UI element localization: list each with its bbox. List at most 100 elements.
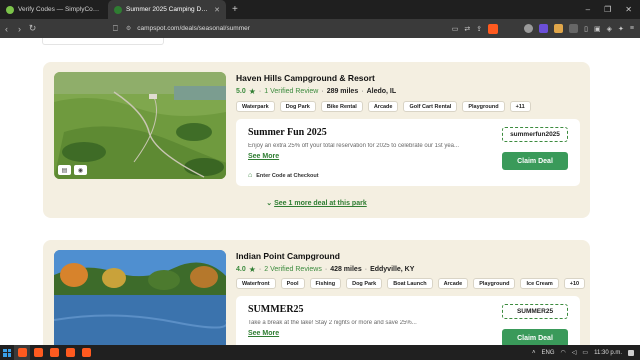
separator: · xyxy=(361,88,364,95)
url-text: campspot.com/deals/seasonal/summer xyxy=(137,25,250,32)
code-hint: ⌂ Enter Code at Checkout xyxy=(248,172,319,179)
window-controls: – ❐ ✕ xyxy=(586,0,640,19)
amenity-tag: Boat Launch xyxy=(387,278,433,289)
amenity-tag: Bike Rental xyxy=(320,101,363,112)
amenity-tag: Dog Park xyxy=(346,278,383,289)
leo-icon[interactable]: ✦ xyxy=(618,25,624,33)
amenity-tag: Pool xyxy=(280,278,305,289)
share-icon[interactable]: ⇪ xyxy=(476,25,482,33)
bookmark-icon[interactable]: ⎕ xyxy=(113,24,118,34)
tab-title: Verify Codes — SimplyCodes xyxy=(18,6,102,13)
see-more-link[interactable]: See More xyxy=(248,330,279,337)
toolbar-actions: ▭ ⇄ ⇪ ▯ ▣ ◈ ✦ ≡ xyxy=(452,19,634,38)
reviews-link[interactable]: 1 Verified Review xyxy=(264,88,318,95)
language-indicator[interactable]: ENG xyxy=(542,350,555,356)
taskbar-brave-icon[interactable] xyxy=(14,345,30,360)
volume-icon[interactable]: ◁ xyxy=(572,349,577,356)
photo-icon-group: ▤ ◉ xyxy=(58,165,87,175)
cast-icon[interactable]: ▭ xyxy=(452,25,459,33)
tab-title: Summer 2025 Camping Deals - xyxy=(126,6,211,13)
separator: · xyxy=(258,88,262,95)
rating-value: 5.0 xyxy=(236,88,246,95)
site-info-icon[interactable]: ⚙ xyxy=(126,25,131,32)
amenity-list: Waterfront Pool Fishing Dog Park Boat La… xyxy=(236,278,586,289)
simplycodes-check-icon xyxy=(6,5,14,14)
taskbar-brave-icon[interactable] xyxy=(30,345,46,360)
taskbar-brave-icon[interactable] xyxy=(78,345,94,360)
promo-code[interactable]: SUMMER25 xyxy=(502,304,568,319)
back-arrow-icon[interactable]: ‹ xyxy=(0,24,13,34)
campground-photo[interactable] xyxy=(54,250,226,345)
amenity-tag: Ice Cream xyxy=(520,278,559,289)
os-taskbar: ˄ ENG ◠ ◁ ▭ 11:30 p.m. xyxy=(0,345,640,360)
wallet-icon[interactable]: ▣ xyxy=(594,25,601,33)
amenity-tag: Playground xyxy=(473,278,516,289)
campground-name[interactable]: Indian Point Campground xyxy=(236,251,340,261)
clock[interactable]: 11:30 p.m. xyxy=(594,350,622,356)
taskbar-brave-icon[interactable] xyxy=(62,345,78,360)
wifi-icon[interactable]: ◠ xyxy=(561,349,566,356)
reload-icon[interactable]: ↻ xyxy=(26,23,39,34)
amenity-more-tag[interactable]: +11 xyxy=(509,101,531,112)
amenity-tag: Arcade xyxy=(437,278,469,289)
star-icon: ★ xyxy=(248,265,256,274)
extension-puzzle-icon[interactable] xyxy=(569,24,579,33)
location: Aledo, IL xyxy=(366,88,397,95)
notification-icon[interactable] xyxy=(628,349,634,356)
restore-button[interactable]: ❐ xyxy=(604,5,611,14)
windows-start-icon[interactable] xyxy=(0,345,14,360)
amenity-list: Waterpark Dog Park Bike Rental Arcade Go… xyxy=(236,101,531,112)
address-bar[interactable]: ⚙ campspot.com/deals/seasonal/summer xyxy=(126,21,396,36)
vpn-icon[interactable]: ◈ xyxy=(607,25,612,33)
separator: · xyxy=(258,266,262,273)
browser-toolbar: ‹ › ↻ ⎕ ⚙ campspot.com/deals/seasonal/su… xyxy=(0,19,640,38)
code-hint-text: Enter Code at Checkout xyxy=(256,172,319,179)
campground-meta: 4.0 ★ · 2 Verified Reviews · 428 miles ·… xyxy=(236,265,414,274)
amenity-more-tag[interactable]: +10 xyxy=(563,278,586,289)
minimize-button[interactable]: – xyxy=(586,5,590,14)
more-deals-label: See 1 more deal at this park xyxy=(274,200,367,207)
tab-campspot[interactable]: Summer 2025 Camping Deals - ✕ xyxy=(108,0,226,19)
see-more-link[interactable]: See More xyxy=(248,153,279,160)
battery-icon[interactable]: ▭ xyxy=(582,349,588,356)
extension-dot-icon[interactable] xyxy=(524,24,534,33)
more-deals-link[interactable]: ⌄ See 1 more deal at this park xyxy=(43,199,590,207)
claim-deal-button[interactable]: Claim Deal xyxy=(502,152,568,170)
amenity-tag: Playground xyxy=(462,101,505,112)
separator: · xyxy=(324,266,328,273)
deal-panel: Summer Fun 2025 Enjoy an extra 25% off y… xyxy=(236,119,580,186)
camera-icon[interactable]: ◉ xyxy=(74,165,87,175)
chevron-up-icon[interactable]: ˄ xyxy=(532,350,536,356)
amenity-tag: Waterpark xyxy=(236,101,275,112)
new-tab-button[interactable]: + xyxy=(226,4,244,15)
star-icon: ★ xyxy=(248,87,256,96)
system-tray: ˄ ENG ◠ ◁ ▭ 11:30 p.m. xyxy=(532,345,634,360)
tab-simplycodes[interactable]: Verify Codes — SimplyCodes xyxy=(0,0,108,19)
close-window-button[interactable]: ✕ xyxy=(625,5,632,14)
sidebar-icon[interactable]: ▯ xyxy=(584,25,588,33)
separator: · xyxy=(364,266,368,273)
amenity-tag: Waterfront xyxy=(236,278,276,289)
deal-panel: SUMMER25 Take a break at the lake! Stay … xyxy=(236,296,580,345)
promo-code[interactable]: summerfun2025 xyxy=(502,127,568,142)
close-tab-icon[interactable]: ✕ xyxy=(214,6,220,14)
reviews-link[interactable]: 2 Verified Reviews xyxy=(264,266,322,273)
taskbar-brave-icon[interactable] xyxy=(46,345,62,360)
campground-photo[interactable]: ▤ ◉ xyxy=(54,72,226,179)
campground-name[interactable]: Haven Hills Campground & Resort xyxy=(236,73,375,83)
location: Eddyville, KY xyxy=(370,266,415,273)
extension-shield-icon[interactable] xyxy=(554,24,564,33)
tag-icon: ⌂ xyxy=(248,172,253,179)
campground-card: ▤ ◉ Haven Hills Campground & Resort 5.0 … xyxy=(43,62,590,218)
deal-title: Summer Fun 2025 xyxy=(248,127,327,138)
campspot-tree-icon xyxy=(114,5,122,14)
amenity-tag: Arcade xyxy=(367,101,399,112)
brave-shields-icon[interactable] xyxy=(488,23,499,34)
extension-a-icon[interactable] xyxy=(539,24,549,33)
menu-icon[interactable]: ≡ xyxy=(630,25,634,32)
map-icon[interactable]: ▤ xyxy=(58,165,71,175)
claim-deal-button[interactable]: Claim Deal xyxy=(502,329,568,345)
translate-icon[interactable]: ⇄ xyxy=(464,25,470,33)
forward-arrow-icon[interactable]: › xyxy=(13,24,26,34)
deal-description: Take a break at the lake! Stay 2 nights … xyxy=(248,320,417,326)
